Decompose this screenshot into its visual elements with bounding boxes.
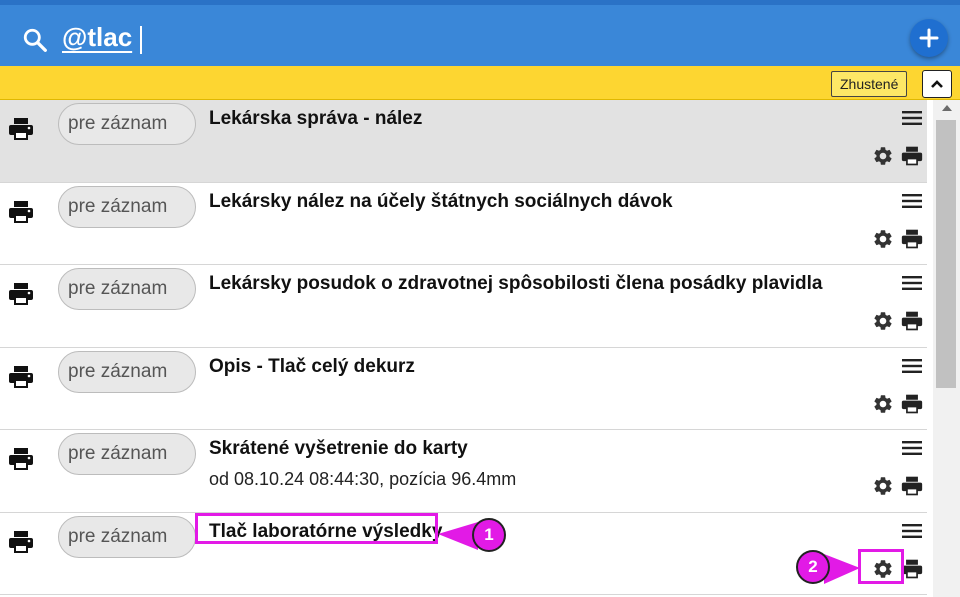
for-record-button[interactable]: pre záznam bbox=[58, 433, 196, 475]
for-record-button[interactable]: pre záznam bbox=[58, 268, 196, 310]
for-record-button[interactable]: pre záznam bbox=[58, 103, 196, 145]
for-record-button[interactable]: pre záznam bbox=[58, 515, 196, 558]
highlight-title-box bbox=[195, 513, 438, 544]
add-button[interactable] bbox=[910, 19, 948, 57]
gear-icon[interactable] bbox=[872, 228, 894, 250]
template-title[interactable]: Lekárska správa - nález bbox=[209, 108, 422, 130]
for-record-button[interactable]: pre záznam bbox=[58, 185, 196, 228]
printer-icon[interactable] bbox=[901, 393, 923, 415]
printer-icon[interactable] bbox=[901, 145, 923, 167]
printer-icon[interactable] bbox=[901, 558, 923, 580]
list-item[interactable]: pre záznam Lekársky posudok o zdravotnej… bbox=[0, 265, 927, 348]
list-item[interactable]: pre záznam Skrátené vyšetrenie do karty … bbox=[0, 430, 927, 513]
template-title[interactable]: Lekársky posudok o zdravotnej spôsobilos… bbox=[209, 273, 822, 295]
list-item[interactable]: pre záznam Lekársky nález na účely štátn… bbox=[0, 182, 927, 265]
printer-icon[interactable] bbox=[901, 310, 923, 332]
gear-icon[interactable] bbox=[872, 145, 894, 167]
hamburger-icon[interactable] bbox=[902, 275, 922, 291]
template-title[interactable]: Lekársky nález na účely štátnych sociáln… bbox=[209, 191, 673, 213]
hamburger-icon[interactable] bbox=[902, 358, 922, 374]
text-caret bbox=[140, 26, 142, 54]
list-item[interactable]: pre záznam Opis - Tlač celý dekurz bbox=[0, 347, 927, 430]
scroll-up-arrow[interactable] bbox=[942, 105, 952, 111]
highlight-gear-box bbox=[858, 549, 904, 584]
search-icon[interactable] bbox=[22, 27, 48, 53]
hamburger-icon[interactable] bbox=[902, 193, 922, 209]
filter-bar: Zhustené bbox=[0, 66, 960, 100]
gear-icon[interactable] bbox=[872, 475, 894, 497]
printer-icon[interactable] bbox=[8, 117, 34, 141]
gear-icon[interactable] bbox=[872, 310, 894, 332]
printer-icon[interactable] bbox=[901, 475, 923, 497]
printer-icon[interactable] bbox=[8, 282, 34, 306]
template-title[interactable]: Skrátené vyšetrenie do karty bbox=[209, 438, 468, 460]
hamburger-icon[interactable] bbox=[902, 110, 922, 126]
search-query[interactable]: @tlac bbox=[62, 22, 132, 53]
top-bar: @tlac bbox=[0, 0, 960, 66]
printer-icon[interactable] bbox=[901, 228, 923, 250]
plus-icon bbox=[919, 28, 939, 48]
printer-icon[interactable] bbox=[8, 365, 34, 389]
callout-1: 1 bbox=[472, 518, 506, 552]
callout-2: 2 bbox=[796, 550, 830, 584]
printer-icon[interactable] bbox=[8, 200, 34, 224]
template-subtitle: od 08.10.24 08:44:30, pozícia 96.4mm bbox=[209, 469, 517, 489]
collapse-button[interactable] bbox=[922, 70, 952, 98]
hamburger-icon[interactable] bbox=[902, 523, 922, 539]
template-title[interactable]: Opis - Tlač celý dekurz bbox=[209, 356, 415, 378]
printer-icon[interactable] bbox=[8, 530, 34, 554]
printer-icon[interactable] bbox=[8, 447, 34, 471]
list-item[interactable]: pre záznam Lekárska správa - nález bbox=[0, 100, 927, 183]
for-record-button[interactable]: pre záznam bbox=[58, 350, 196, 393]
gear-icon[interactable] bbox=[872, 393, 894, 415]
hamburger-icon[interactable] bbox=[902, 440, 922, 456]
chevron-up-icon bbox=[931, 80, 943, 88]
scrollbar-thumb[interactable] bbox=[936, 120, 956, 388]
compact-view-button[interactable]: Zhustené bbox=[831, 71, 908, 97]
